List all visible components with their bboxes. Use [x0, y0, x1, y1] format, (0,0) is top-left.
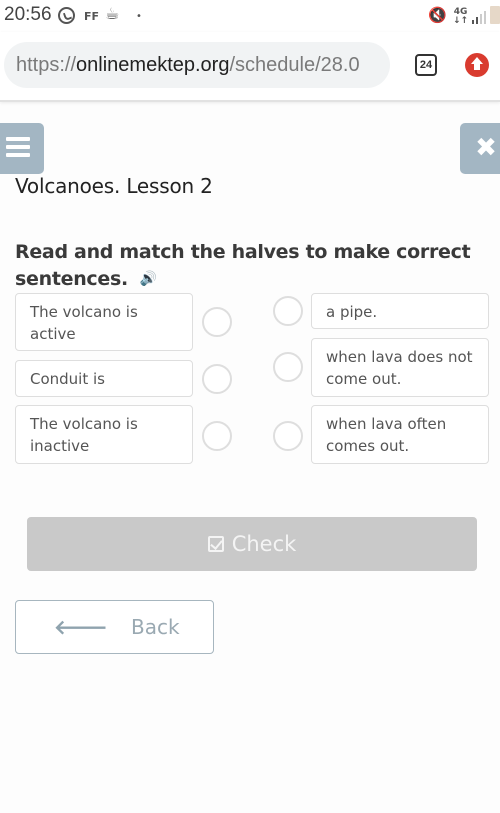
signal-icon — [472, 10, 486, 24]
menu-button[interactable] — [0, 123, 44, 174]
right-item-card[interactable]: a pipe. — [311, 293, 489, 329]
browser-toolbar: https://onlinemektep.org/schedule/28.0 2… — [0, 32, 500, 102]
left-item-radio[interactable] — [202, 364, 232, 394]
arrow-left-icon: 🡐 — [54, 615, 108, 639]
check-label: Check — [231, 532, 297, 556]
hamburger-icon-bar — [6, 137, 30, 141]
task-instruction: Read and match the halves to make correc… — [15, 239, 485, 293]
browser-update-icon[interactable] — [465, 53, 489, 77]
left-item-card[interactable]: Conduit is — [15, 360, 193, 397]
right-item-card[interactable]: when lava does not come out. — [311, 338, 489, 397]
network-arrows: ↓↑ — [453, 16, 469, 26]
left-item-radio[interactable] — [202, 421, 232, 451]
battery-icon — [490, 6, 500, 24]
tab-switcher-button[interactable]: 24 — [415, 54, 437, 76]
instruction-text: Read and match the halves to make correc… — [15, 241, 471, 290]
right-item-radio[interactable] — [273, 296, 303, 326]
url-scheme: https:// — [16, 54, 77, 76]
hamburger-icon-bar — [6, 145, 30, 149]
right-item-radio[interactable] — [273, 352, 303, 382]
network-4g-icon: 4G ↓↑ — [453, 8, 468, 26]
lesson-title: Volcanoes. Lesson 2 — [15, 174, 213, 198]
url-domain: onlinemektep.org — [76, 54, 230, 76]
right-item-radio[interactable] — [273, 421, 303, 451]
url-path: /schedule/28.0 — [229, 54, 360, 76]
url-text: https://onlinemektep.org/schedule/28.0 — [16, 54, 360, 77]
close-button[interactable]: ✖ — [460, 123, 500, 174]
ff-icon: FF — [84, 10, 100, 23]
check-button[interactable]: Check — [27, 517, 477, 571]
left-item-card[interactable]: The volcano is inactive — [15, 405, 193, 464]
checkbox-check-icon — [207, 536, 224, 552]
speaker-icon[interactable]: 🔊 — [140, 266, 157, 293]
more-notifications-dot-icon: • — [136, 11, 142, 22]
back-button[interactable]: 🡐 Back — [15, 600, 214, 654]
right-item-card[interactable]: when lava often comes out. — [311, 405, 489, 464]
mute-icon: 🔇 — [428, 6, 447, 24]
app-notification-icon: ☕ — [105, 4, 120, 23]
hamburger-icon-bar — [6, 153, 30, 157]
url-bar[interactable]: https://onlinemektep.org/schedule/28.0 — [4, 42, 390, 88]
close-icon: ✖ — [475, 133, 497, 163]
left-item-card[interactable]: The volcano is active — [15, 293, 193, 351]
whatsapp-icon — [58, 7, 75, 24]
back-label: Back — [131, 615, 180, 639]
status-bar: 20:56 FF ☕ • 🔇 4G ↓↑ — [0, 0, 500, 32]
left-item-radio[interactable] — [202, 307, 232, 337]
status-time: 20:56 — [4, 4, 52, 25]
